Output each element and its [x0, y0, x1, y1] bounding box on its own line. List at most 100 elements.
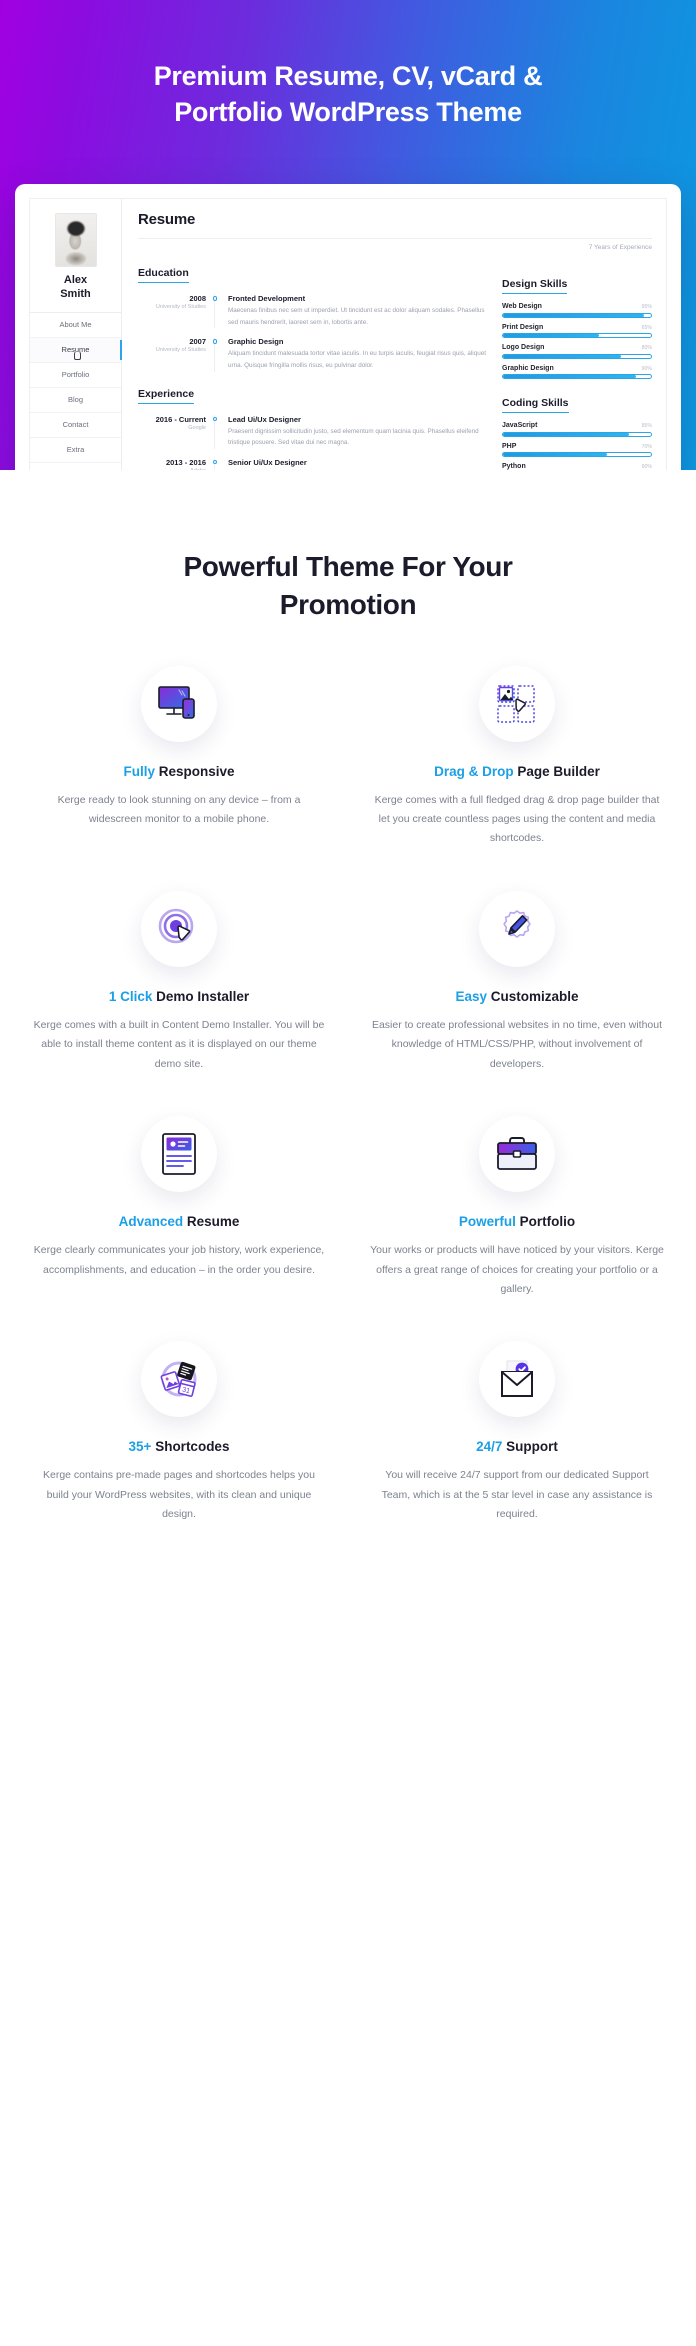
- skill-row: PHP 70%: [502, 442, 652, 457]
- resume-document-icon: [141, 1116, 217, 1193]
- timeline-dot-icon: [212, 339, 218, 344]
- feature-title-highlight: Easy: [455, 988, 487, 1004]
- skill-row: Graphic Design 90%: [502, 364, 652, 379]
- profile-first-name: Alex: [63, 274, 88, 286]
- timeline-item: 2013 - 2016 Adobe Senior Ui/Ux Designer …: [138, 457, 486, 470]
- feature-card: 31 35+ Shortcodes Kerge contains pre-made …: [24, 1341, 334, 1566]
- feature-title: Easy Customizable: [362, 989, 672, 1004]
- education-org: University of Studies: [155, 347, 206, 354]
- skill-percent: 85%: [641, 423, 652, 429]
- mouse-cursor-icon: [73, 350, 81, 360]
- feature-title-highlight: 1 Click: [108, 988, 153, 1004]
- feature-title-highlight: Powerful: [458, 1214, 516, 1230]
- pencil-gear-icon: [479, 890, 555, 967]
- section-heading-line-2: Promotion: [279, 588, 417, 620]
- skill-progress-bar: [502, 353, 652, 359]
- skill-row: Logo Design 80%: [502, 344, 652, 359]
- avatar: [54, 213, 97, 267]
- sidebar-item-about-me[interactable]: About Me: [30, 313, 121, 338]
- profile-name: Alex Smith: [30, 274, 121, 312]
- skill-progress-bar: [502, 431, 652, 437]
- timeline-item: 2007 University of Studies Graphic Desig…: [138, 337, 486, 372]
- feature-card: Powerful Portfolio Your works or products…: [362, 1116, 672, 1341]
- education-role: Graphic Design: [228, 337, 284, 347]
- section-heading-line-1: Powerful Theme For Your: [183, 551, 513, 582]
- skill-row: Python 60%: [502, 463, 652, 470]
- coding-skills-list: JavaScript85%PHP70%Python60%Perl75%HTML …: [502, 422, 652, 470]
- shortcodes-cards-icon: 31: [141, 1341, 217, 1418]
- skill-percent: 95%: [641, 304, 652, 310]
- experience-role: Lead Ui/Ux Designer: [228, 414, 301, 424]
- feature-title: Powerful Portfolio: [362, 1214, 672, 1229]
- education-year: 2008: [189, 294, 206, 303]
- feature-title: Advanced Resume: [24, 1214, 334, 1229]
- education-org: University of Studies: [155, 304, 206, 310]
- design-skills-heading: Design Skills: [502, 278, 568, 294]
- feature-title: 35+ Shortcodes: [24, 1439, 334, 1454]
- feature-card: Drag & Drop Page Builder Kerge comes with…: [362, 665, 672, 891]
- skill-name: Graphic Design: [502, 364, 554, 372]
- feature-card: Fully Responsive Kerge ready to look stun…: [24, 665, 334, 891]
- timeline-dot-icon: [212, 459, 218, 465]
- feature-description: Your works or products will have noticed…: [370, 1244, 664, 1295]
- feature-title-highlight: 35+: [128, 1439, 152, 1455]
- sidebar-item-extra[interactable]: Extra: [30, 438, 121, 463]
- feature-title-rest: Responsive: [154, 763, 235, 779]
- feature-card: Advanced Resume Kerge clearly communicate…: [24, 1116, 334, 1341]
- feature-card: 1 Click Demo Installer Kerge comes with a…: [24, 890, 334, 1116]
- drag-drop-grid-icon: [479, 665, 555, 742]
- education-year: 2007: [189, 337, 206, 347]
- skill-name: PHP: [502, 442, 517, 450]
- feature-title: Fully Responsive: [24, 764, 334, 779]
- divider: [138, 238, 652, 239]
- feature-description: Kerge contains pre-made pages and shortc…: [42, 1469, 315, 1521]
- section-heading: Powerful Theme For Your Promotion: [133, 548, 563, 624]
- feature-title: 24/7 Support: [362, 1439, 672, 1454]
- education-role: Fronted Development: [228, 294, 306, 303]
- timeline-item: 2008 University of Studies Fronted Devel…: [138, 294, 486, 329]
- features-grid: Fully Responsive Kerge ready to look stun…: [0, 665, 696, 1567]
- hero-title-line-2: Portfolio WordPress Theme: [174, 97, 522, 128]
- page-title: Premium Resume, CV, vCard & Portfolio Wo…: [0, 0, 696, 131]
- sidebar-item-resume[interactable]: Resume: [30, 337, 122, 363]
- experience-year: 2013 - 2016: [165, 457, 206, 467]
- skill-percent: 60%: [641, 464, 652, 470]
- social-links: t in f: [30, 463, 121, 471]
- education-desc: Aliquam tincidunt malesuada tortor vitae…: [228, 350, 486, 369]
- education-heading: Education: [138, 267, 189, 283]
- feature-title: 1 Click Demo Installer: [24, 989, 334, 1004]
- feature-description: Kerge comes with a built in Content Demo…: [33, 1018, 325, 1070]
- skill-name: Web Design: [502, 303, 542, 310]
- skill-row: JavaScript 85%: [502, 422, 652, 437]
- feature-title-highlight: 24/7: [476, 1439, 503, 1455]
- feature-title-highlight: Advanced: [118, 1214, 184, 1230]
- experience-org: Adobe: [138, 468, 206, 470]
- sidebar-item-portfolio[interactable]: Portfolio: [30, 363, 121, 388]
- responsive-devices-icon: [141, 665, 217, 742]
- coding-skills-block: Coding Skills JavaScript 85% PHP 70% Python 6…: [502, 393, 652, 470]
- education-desc: Maecenas finibus nec sem ut imperdiet. U…: [228, 307, 485, 326]
- feature-title-rest: Portfolio: [515, 1214, 576, 1230]
- feature-title-highlight: Fully: [123, 763, 155, 779]
- skill-progress-bar: [502, 333, 652, 338]
- timeline-item: 2016 - Current Google Lead Ui/Ux Designe…: [138, 414, 486, 449]
- resume-preview-card[interactable]: Alex Smith About Me Resume Portfolio Blo…: [15, 184, 681, 470]
- feature-description: Kerge ready to look stunning on any devi…: [57, 793, 301, 826]
- skill-progress-bar: [502, 312, 652, 318]
- feature-description: You will receive 24/7 support from our d…: [381, 1469, 653, 1521]
- skill-name: JavaScript: [502, 422, 538, 429]
- coding-skills-heading: Coding Skills: [502, 397, 569, 413]
- experience-org: Google: [188, 424, 206, 431]
- feature-title: Drag & Drop Page Builder: [362, 764, 672, 779]
- timeline-dot-icon: [212, 416, 218, 422]
- feature-description: Easier to create professional websites i…: [371, 1018, 663, 1070]
- feature-title-rest: Resume: [183, 1214, 240, 1230]
- feature-title-highlight: Drag & Drop: [434, 763, 514, 779]
- skill-progress-bar: [502, 452, 652, 457]
- feature-card: Easy Customizable Easier to create profes…: [362, 890, 672, 1116]
- skill-percent: 70%: [641, 443, 652, 450]
- skill-name: Print Design: [502, 323, 544, 331]
- feature-title-rest: Customizable: [487, 988, 579, 1004]
- sidebar-item-contact[interactable]: Contact: [30, 413, 121, 438]
- sidebar-item-blog[interactable]: Blog: [30, 388, 121, 413]
